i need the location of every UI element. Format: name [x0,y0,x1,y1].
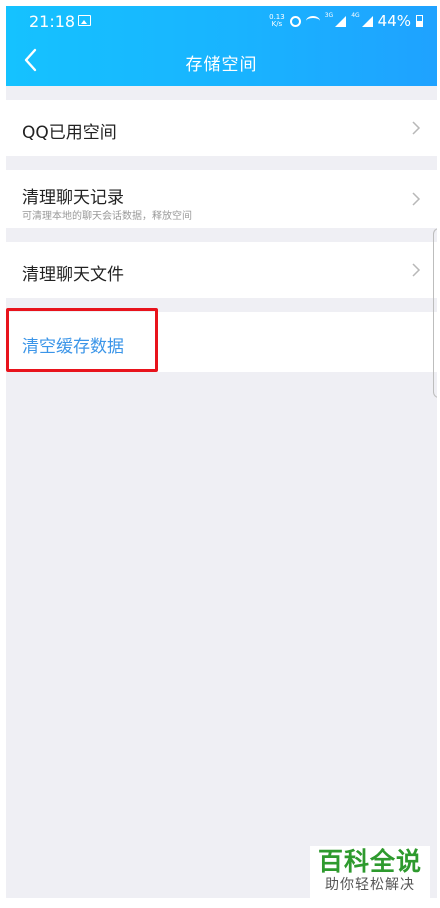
signal-icon [361,15,373,27]
wifi-icon [305,16,320,26]
chevron-right-icon [412,121,421,135]
side-scroll-edge [433,228,437,398]
network-speed-unit: K/s [271,20,283,28]
watermark-subtitle: 助你轻松解决 [325,877,415,893]
signal-4g-label: 4G [351,12,360,19]
header-bar: 21:18 0.13 K/s 3G 4G 44% 存储空间 [6,6,437,86]
status-time: 21:18 [29,12,76,31]
list-item-clear-chat-history[interactable]: 清理聊天记录 可清理本地的聊天会话数据，释放空间 [6,170,437,228]
status-icons: 0.13 K/s 3G 4G 44% [269,12,423,30]
list-item-clear-chat-files[interactable]: 清理聊天文件 [6,242,437,298]
alarm-icon [289,15,301,27]
list-item-label: 清理聊天记录 [22,188,124,208]
list-item-label: QQ已用空间 [22,123,117,143]
list-item-label: 清理聊天文件 [22,265,124,285]
image-notification-icon [78,15,91,26]
network-speed: 0.13 K/s [269,14,285,28]
battery-icon [416,15,423,27]
app-screen: 21:18 0.13 K/s 3G 4G 44% 存储空间 QQ已用空间 清理聊… [6,6,437,898]
status-bar: 21:18 0.13 K/s 3G 4G 44% [6,6,437,36]
watermark-title: 百科全说 [317,847,422,876]
page-title: 存储空间 [185,55,258,75]
signal-icon [335,15,347,27]
highlight-annotation [6,308,158,372]
list-item-qq-storage[interactable]: QQ已用空间 [6,100,437,156]
battery-percent: 44% [377,12,411,30]
chevron-right-icon [412,192,421,206]
signal-3g-label: 3G [324,12,334,19]
chevron-right-icon [412,263,421,277]
watermark-logo: 百科全说 助你轻松解决 [310,846,430,898]
list-item-description: 可清理本地的聊天会话数据，释放空间 [22,211,192,222]
